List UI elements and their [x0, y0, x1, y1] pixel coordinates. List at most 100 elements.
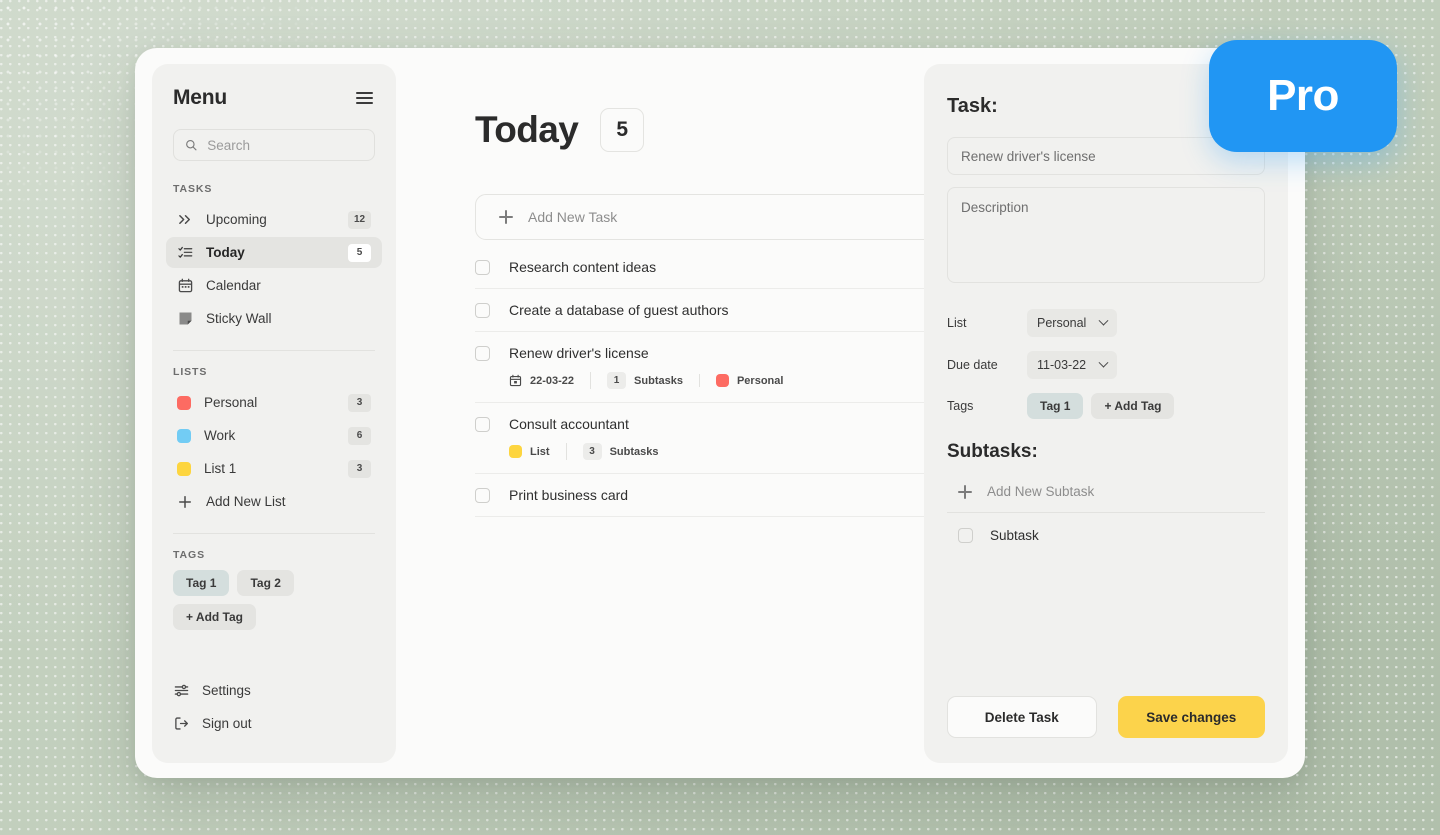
task-name: Print business card [509, 487, 629, 503]
plus-icon [499, 210, 513, 224]
list-select-value: Personal [1037, 316, 1087, 330]
list-select[interactable]: Personal [1027, 309, 1118, 337]
list-color-swatch [177, 395, 191, 410]
sidebar-list-count: 3 [348, 393, 371, 412]
task-list-tag: List [509, 445, 566, 458]
chevrons-right-icon [177, 212, 193, 228]
task-checkbox[interactable] [475, 259, 490, 275]
task-checkbox[interactable] [475, 345, 490, 361]
plus-icon [958, 484, 972, 499]
list-color-swatch [177, 428, 191, 443]
task-checkbox[interactable] [475, 416, 490, 432]
task-count-badge: 5 [600, 108, 645, 152]
chevron-down-icon [1098, 315, 1109, 326]
list-field-row: List Personal [947, 309, 1265, 337]
task-subtasks-count: 1 [607, 372, 627, 389]
search-box[interactable] [173, 129, 375, 161]
list-field-label: List [947, 316, 967, 330]
subtask-label: Subtask [990, 528, 1039, 543]
lists-section-label: LISTS [173, 366, 208, 378]
task-list-label: Personal [736, 374, 784, 387]
sidebar-list-list-1[interactable]: List 1 3 [166, 453, 382, 484]
subtask-row[interactable]: Subtask [947, 513, 1265, 543]
sidebar-list-label: Personal [204, 395, 258, 410]
plus-icon [177, 494, 193, 510]
add-new-task-label: Add New Task [528, 209, 618, 225]
list-check-icon [177, 245, 193, 261]
due-date-field-row: Due date 11-03-22 [947, 351, 1265, 379]
tag-chip-tag-1[interactable]: Tag 1 [173, 570, 230, 596]
task-list-tag: Personal [698, 374, 799, 387]
sidebar-list-count: 6 [348, 426, 371, 445]
sidebar-header: Menu [173, 86, 375, 110]
task-list-label: List [530, 445, 550, 458]
due-date-select[interactable]: 11-03-22 [1027, 351, 1118, 379]
task-name: Create a database of guest authors [509, 302, 729, 318]
tags-field-row: Tags Tag 1 + Add Tag [947, 393, 1265, 419]
task-due-date: 22-03-22 [509, 374, 590, 387]
tag-chip-tag-2[interactable]: Tag 2 [237, 570, 294, 596]
detail-tags-row: Tag 1 + Add Tag [1027, 393, 1175, 419]
search-icon [186, 139, 197, 151]
add-new-list-label: Add New List [206, 494, 286, 509]
due-date-select-value: 11-03-22 [1037, 358, 1087, 372]
menu-title: Menu [173, 86, 228, 109]
task-subtasks: 3 Subtasks [565, 443, 675, 460]
settings-label: Settings [202, 683, 251, 698]
settings-button[interactable]: Settings [173, 675, 375, 706]
add-new-subtask-button[interactable]: Add New Subtask [947, 475, 1265, 513]
sidebar-item-sticky-wall[interactable]: Sticky Wall [166, 303, 382, 334]
task-name: Consult accountant [509, 416, 629, 432]
sidebar-item-upcoming[interactable]: Upcoming 12 [166, 204, 382, 235]
detail-add-tag-button[interactable]: + Add Tag [1091, 393, 1175, 419]
sidebar-item-label: Today [206, 245, 245, 260]
subtask-checkbox[interactable] [958, 528, 973, 543]
sidebar-item-calendar[interactable]: Calendar [166, 270, 382, 301]
task-description-field[interactable] [947, 187, 1265, 283]
tags-section-label: TAGS [173, 549, 205, 561]
task-checkbox[interactable] [475, 302, 490, 318]
task-subtasks-label: Subtasks [634, 374, 683, 387]
add-tag-button[interactable]: + Add Tag [173, 604, 256, 630]
tasks-section-label: TASKS [173, 183, 213, 195]
sidebar: Menu TASKS Upcoming 12 [152, 64, 396, 763]
task-subtasks: 1 Subtasks [590, 372, 699, 389]
delete-task-button[interactable]: Delete Task [947, 696, 1097, 738]
add-new-subtask-label: Add New Subtask [987, 484, 1095, 499]
sidebar-list-label: Work [204, 428, 236, 443]
app-window: Menu TASKS Upcoming 12 [135, 48, 1305, 778]
sidebar-footer: Settings Sign out [173, 675, 375, 741]
task-name: Research content ideas [509, 259, 657, 275]
task-checkbox[interactable] [475, 487, 490, 503]
pro-badge[interactable]: Pro [1209, 40, 1397, 152]
task-detail-panel: Task: List Personal Due date 11-03-22 Ta… [924, 64, 1288, 763]
sidebar-tags-row: Tag 1 Tag 2 + Add Tag [173, 570, 375, 630]
task-due-date-text: 22-03-22 [530, 374, 575, 387]
sidebar-list-label: List 1 [204, 461, 237, 476]
list-color-swatch [177, 461, 191, 476]
subtasks-title: Subtasks: [947, 441, 1038, 462]
sidebar-item-count: 12 [348, 210, 371, 229]
sidebar-divider-lists [173, 350, 375, 351]
search-input[interactable] [207, 137, 363, 153]
sidebar-list-personal[interactable]: Personal 3 [166, 387, 382, 418]
sidebar-list-work[interactable]: Work 6 [166, 420, 382, 451]
task-subtasks-label: Subtasks [609, 445, 659, 458]
list-color-swatch [509, 445, 522, 458]
sign-out-button[interactable]: Sign out [173, 708, 375, 739]
save-changes-button[interactable]: Save changes [1117, 696, 1265, 738]
due-date-field-label: Due date [947, 358, 998, 372]
task-name: Renew driver's license [509, 345, 649, 361]
detail-actions: Delete Task Save changes [947, 696, 1265, 738]
detail-tag-chip-tag-1[interactable]: Tag 1 [1027, 393, 1084, 419]
sidebar-item-count: 5 [348, 243, 371, 262]
add-new-list-button[interactable]: Add New List [166, 486, 382, 517]
calendar-icon [177, 278, 193, 294]
sidebar-item-label: Upcoming [206, 212, 267, 227]
sidebar-item-label: Sticky Wall [206, 311, 272, 326]
task-subtasks-count: 3 [582, 443, 602, 460]
hamburger-icon[interactable] [354, 90, 375, 106]
tags-field-label: Tags [947, 399, 974, 413]
sidebar-item-today[interactable]: Today 5 [166, 237, 382, 268]
sidebar-divider-tags [173, 533, 375, 534]
